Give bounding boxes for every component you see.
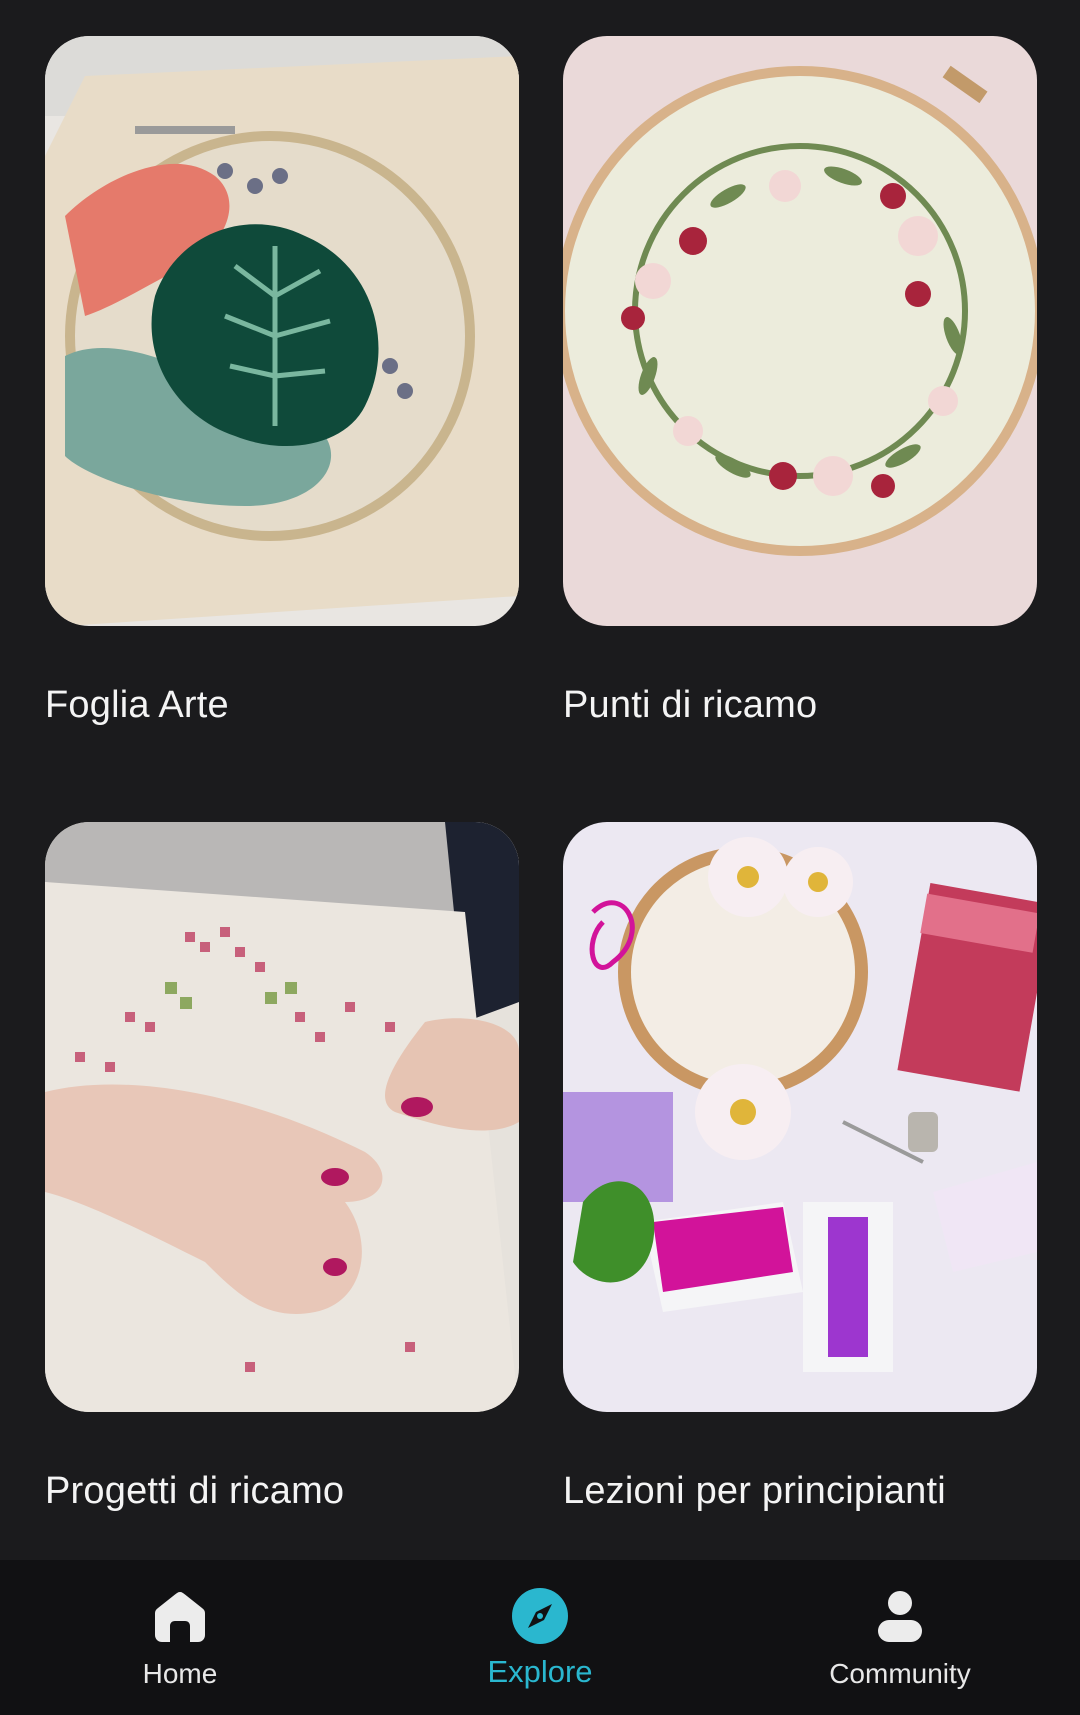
nav-label-home: Home	[142, 1658, 218, 1689]
category-grid: Foglia Arte Punti di ricamo Progetti di …	[0, 0, 1080, 1560]
explore-page: Foglia Arte Punti di ricamo Progetti di …	[0, 0, 1080, 1715]
person-icon	[878, 1591, 922, 1642]
nav-item-community[interactable]: Community	[720, 1560, 1080, 1715]
category-card-foglia-arte[interactable]: Foglia Arte	[45, 36, 519, 727]
card-title: Lezioni per principianti	[563, 1470, 946, 1512]
nav-item-home[interactable]: Home	[0, 1560, 360, 1715]
card-image-leaf-punch-needle	[45, 36, 519, 626]
category-card-progetti-di-ricamo[interactable]: Progetti di ricamo	[45, 822, 519, 1513]
card-title: Progetti di ricamo	[45, 1470, 345, 1512]
category-card-lezioni-per-principianti[interactable]: Lezioni per principianti	[563, 822, 1037, 1513]
home-icon	[155, 1592, 205, 1642]
bottom-navigation-bar: Home Explore Community	[0, 1560, 1080, 1715]
nav-label-explore: Explore	[487, 1654, 593, 1689]
nav-label-community: Community	[829, 1658, 971, 1689]
card-image-cross-stitch-hands	[45, 822, 519, 1412]
card-image-embroidery-supplies	[563, 822, 1037, 1412]
card-title: Foglia Arte	[45, 684, 229, 726]
card-title: Punti di ricamo	[563, 684, 818, 726]
category-card-punti-di-ricamo[interactable]: Punti di ricamo	[563, 36, 1037, 727]
compass-icon	[512, 1588, 568, 1644]
card-image-floral-wreath-hoop	[563, 36, 1037, 626]
nav-item-explore[interactable]: Explore	[360, 1560, 720, 1715]
